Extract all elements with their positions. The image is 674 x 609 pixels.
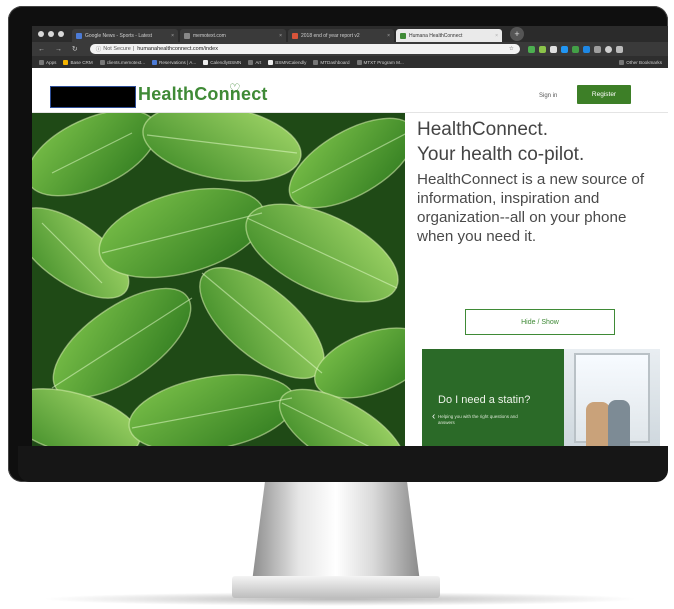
window-controls (38, 31, 64, 37)
monitor-stand-neck (252, 478, 420, 582)
monitor-screen: Google News - Sports - Latest × memotext.… (32, 26, 668, 446)
hide-show-button[interactable]: Hide / Show (465, 309, 615, 335)
bookmark-label: Reservations | A... (159, 59, 197, 65)
other-bookmarks[interactable]: Other Bookmarks (619, 59, 662, 65)
url-text: humanahealthconnect.com/index (137, 46, 218, 52)
close-window-icon[interactable] (38, 31, 44, 37)
browser-toolbar: ← → ↻ ⓘ Not Secure | humanahealthconnect… (32, 42, 668, 56)
bookmark-label: Other Bookmarks (626, 59, 662, 65)
address-bar[interactable]: ⓘ Not Secure | humanahealthconnect.com/i… (89, 44, 520, 54)
bookmark-item[interactable]: Base CRM (63, 59, 93, 65)
bookmark-item[interactable]: BSMNCalendly (268, 59, 307, 65)
monitor-bezel: Google News - Sports - Latest × memotext.… (8, 6, 668, 482)
tab-favicon-icon (400, 32, 406, 39)
tab-close-icon[interactable]: × (495, 33, 498, 39)
security-label: Not Secure (103, 46, 131, 52)
browser-tab[interactable]: Google News - Sports - Latest × (72, 29, 178, 42)
tab-close-icon[interactable]: × (171, 33, 174, 39)
bookmark-label: clients.memotext... (106, 59, 145, 65)
browser-tab-bar: Google News - Sports - Latest × memotext.… (32, 26, 668, 42)
bookmarks-bar: Apps Base CRM clients.memotext... Reserv… (32, 56, 668, 68)
bookmark-label: Base CRM (70, 59, 93, 65)
bookmark-item[interactable]: clients.memotext... (99, 59, 145, 65)
bookmark-favicon-icon (248, 59, 254, 65)
redacted-logo (50, 86, 136, 108)
bookmark-favicon-icon (99, 59, 105, 65)
extension-icon[interactable] (593, 45, 601, 53)
bookmark-label: MTXT Program M... (363, 59, 404, 65)
carousel-prev-icon[interactable]: ‹ (432, 411, 435, 422)
separator: | (132, 46, 135, 52)
statin-article-card[interactable]: ‹ Do I need a statin? Helping you with t… (422, 349, 660, 446)
info-icon: ⓘ (95, 47, 102, 53)
tab-label: Google News - Sports - Latest (85, 32, 152, 39)
register-button[interactable]: Register (577, 85, 631, 104)
menu-icon[interactable] (615, 45, 623, 53)
hero-text-block: HealthConnect. Your health co-pilot. Hea… (417, 118, 662, 246)
bookmark-label: Art (255, 59, 262, 65)
extension-icons (527, 45, 623, 53)
brand-logo-text[interactable]: HealthConnect (138, 84, 268, 105)
bookmark-apps[interactable]: Apps (39, 59, 57, 65)
bookmark-favicon-icon (152, 59, 157, 65)
tab-label: memotext.com (193, 32, 226, 39)
bookmark-item[interactable]: MTXT Program M... (356, 59, 404, 65)
tab-label: 2018 end of year report v2 (301, 32, 360, 39)
navigation-buttons[interactable]: ← → ↻ (38, 45, 82, 53)
bookmark-label: BSMNCalendly (275, 59, 307, 65)
hero-title: HealthConnect. (417, 119, 548, 140)
extension-icon[interactable] (560, 45, 568, 53)
maximize-window-icon[interactable] (58, 31, 64, 37)
folder-icon (619, 59, 625, 65)
extension-icon[interactable] (538, 45, 546, 53)
card-text-panel: ‹ Do I need a statin? Helping you with t… (422, 349, 564, 446)
hosta-leaves-image (32, 113, 405, 446)
bookmark-label: CalendlyBSMN (210, 59, 242, 65)
bookmark-favicon-icon (63, 59, 69, 65)
extension-icon[interactable] (527, 45, 535, 53)
bookmark-item[interactable]: Art (248, 59, 262, 65)
tab-label: Humana HealthConnect (409, 32, 463, 39)
couple-photo (564, 349, 660, 446)
tab-favicon-icon (184, 32, 190, 39)
tab-favicon-icon (292, 32, 298, 39)
browser-tab[interactable]: memotext.com × (180, 29, 286, 42)
bookmark-favicon-icon (203, 59, 209, 65)
bookmark-label: MTDashboard (320, 59, 350, 65)
profile-avatar-icon[interactable] (604, 45, 612, 53)
browser-tab-active[interactable]: Humana HealthConnect × (396, 29, 502, 42)
bookmark-favicon-icon (268, 59, 274, 65)
bookmark-label: Apps (46, 59, 57, 65)
hero-description: HealthConnect is a new source of informa… (417, 171, 645, 245)
extension-icon[interactable] (549, 45, 557, 53)
person-figure (608, 400, 630, 446)
apps-grid-icon (39, 59, 44, 65)
bookmark-favicon-icon (313, 59, 319, 65)
bookmark-item[interactable]: Reservations | A... (152, 59, 197, 65)
minimize-window-icon[interactable] (48, 31, 54, 37)
tab-close-icon[interactable]: × (387, 33, 390, 39)
card-title: Do I need a statin? (438, 394, 531, 406)
bookmark-favicon-icon (356, 59, 362, 65)
new-tab-button[interactable]: + (510, 27, 524, 41)
tab-close-icon[interactable]: × (279, 33, 282, 39)
leaves-illustration (32, 113, 405, 446)
extension-icon[interactable] (582, 45, 590, 53)
browser-tab[interactable]: 2018 end of year report v2 × (288, 29, 394, 42)
hero-subtitle: Your health co-pilot. (417, 144, 585, 165)
monitor-chin (18, 446, 668, 482)
extension-icon[interactable] (571, 45, 579, 53)
heart-icon: ♡ (229, 81, 241, 96)
tab-favicon-icon (76, 32, 82, 39)
bookmark-item[interactable]: MTDashboard (313, 59, 350, 65)
monitor-stand-base (232, 576, 440, 598)
site-header: HealthConnect ♡ Sign in Register (32, 68, 668, 113)
sign-in-link[interactable]: Sign in (539, 93, 557, 99)
person-figure (586, 402, 610, 446)
bookmark-star-icon[interactable]: ☆ (509, 46, 514, 52)
card-subtitle: Helping you with the right questions and… (438, 414, 518, 425)
bookmark-item[interactable]: CalendlyBSMN (203, 59, 242, 65)
